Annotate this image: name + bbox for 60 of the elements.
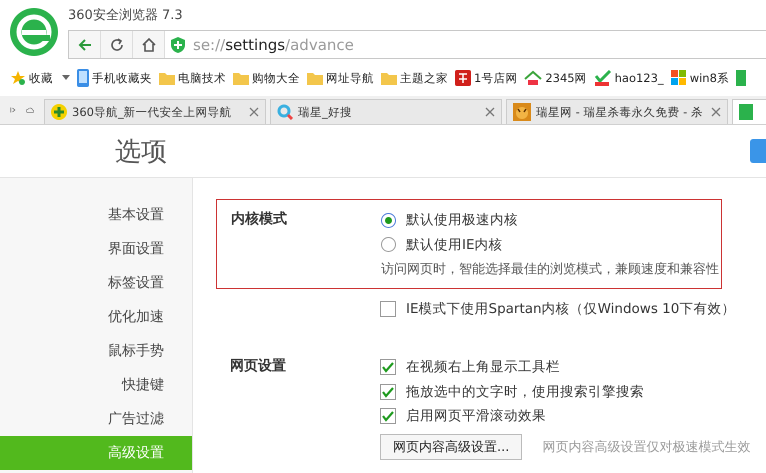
option-label: 在视频右上角显示工具栏	[406, 358, 560, 376]
browser-tab[interactable]	[732, 99, 766, 124]
bookmark-item[interactable]: 手机收藏夹	[77, 69, 152, 87]
plus-circle-icon	[51, 104, 67, 120]
sidebar-item[interactable]: 标签设置	[0, 266, 192, 300]
windows-icon	[670, 70, 687, 86]
option-label: 默认使用极速内核	[406, 211, 518, 230]
browser-logo-icon	[10, 8, 58, 56]
phone-icon	[77, 69, 89, 87]
close-icon[interactable]	[249, 107, 259, 117]
browser-tab[interactable]: 360导航_新一代安全上网导航	[44, 99, 266, 124]
tiger-face-icon	[513, 103, 531, 121]
tab-icon	[739, 104, 753, 120]
advanced-content-settings-button[interactable]: 网页内容高级设置...	[380, 434, 522, 460]
star-icon	[10, 70, 26, 86]
window-title: 360安全浏览器 7.3	[68, 7, 183, 24]
sidebar-item[interactable]: 鼠标手势	[0, 334, 192, 368]
option-label: 启用网页平滑滚动效果	[406, 407, 546, 426]
sidebar-item[interactable]: 优化加速	[0, 300, 192, 334]
bookmark-item[interactable]: 主题之家	[381, 70, 448, 86]
sidebar-item[interactable]: 基本设置	[0, 198, 192, 232]
caret-icon[interactable]	[62, 75, 70, 81]
radio-button[interactable]	[381, 212, 396, 228]
close-icon[interactable]	[711, 107, 721, 117]
sidebar-item[interactable]: 广告过滤	[0, 402, 192, 436]
bookmark-item[interactable]: 电脑技术	[159, 70, 226, 86]
search-icon	[277, 104, 293, 120]
bookmark-item[interactable]: 2345网	[524, 70, 587, 86]
description-text: 访问网页时，智能选择最佳的浏览模式，兼顾速度和兼容性	[381, 261, 719, 278]
bookmark-item[interactable]: 1号店网	[455, 70, 518, 86]
checkbox[interactable]	[380, 408, 396, 424]
option-label: IE模式下使用Spartan内核（仅Windows 10下有效）	[406, 300, 736, 318]
browser-tab[interactable]: 瑞星_好搜	[270, 99, 502, 124]
house-icon	[524, 70, 542, 86]
section-label: 内核模式	[231, 211, 287, 227]
folder-icon	[233, 71, 249, 85]
bookmark-item[interactable]: 收藏	[10, 70, 70, 86]
bookmark-item[interactable]: win8系	[670, 70, 729, 86]
bookmark-item[interactable]: 网址导航	[307, 70, 374, 86]
checkbox[interactable]	[380, 300, 396, 317]
option-label: 默认使用IE内核	[406, 236, 503, 254]
bookmark-item[interactable]: 购物大全	[233, 70, 300, 86]
folder-icon	[307, 71, 323, 85]
radio-button[interactable]	[381, 237, 396, 252]
hint-text: 网页内容高级设置仅对极速模式生效	[542, 438, 750, 456]
browser-tab[interactable]: 瑞星网 - 瑞星杀毒永久免费 - 杀	[506, 99, 728, 124]
section-label: 网页设置	[230, 358, 286, 374]
page-title: 选项	[115, 136, 167, 168]
bookmark-icon[interactable]	[736, 70, 746, 86]
checkbox[interactable]	[380, 359, 396, 376]
tick-icon	[594, 70, 612, 86]
folder-icon	[381, 71, 397, 85]
bookmark-item[interactable]: hao123_	[594, 70, 664, 86]
folder-icon	[159, 71, 175, 85]
option-label: 拖放选中的文字时，使用搜索引擎搜索	[406, 382, 644, 401]
sidebar-item[interactable]: 界面设置	[0, 232, 192, 266]
site-icon	[455, 70, 471, 86]
sidebar-item[interactable]: 快捷键	[0, 368, 192, 402]
close-icon[interactable]	[485, 107, 495, 117]
checkbox[interactable]	[380, 384, 396, 400]
